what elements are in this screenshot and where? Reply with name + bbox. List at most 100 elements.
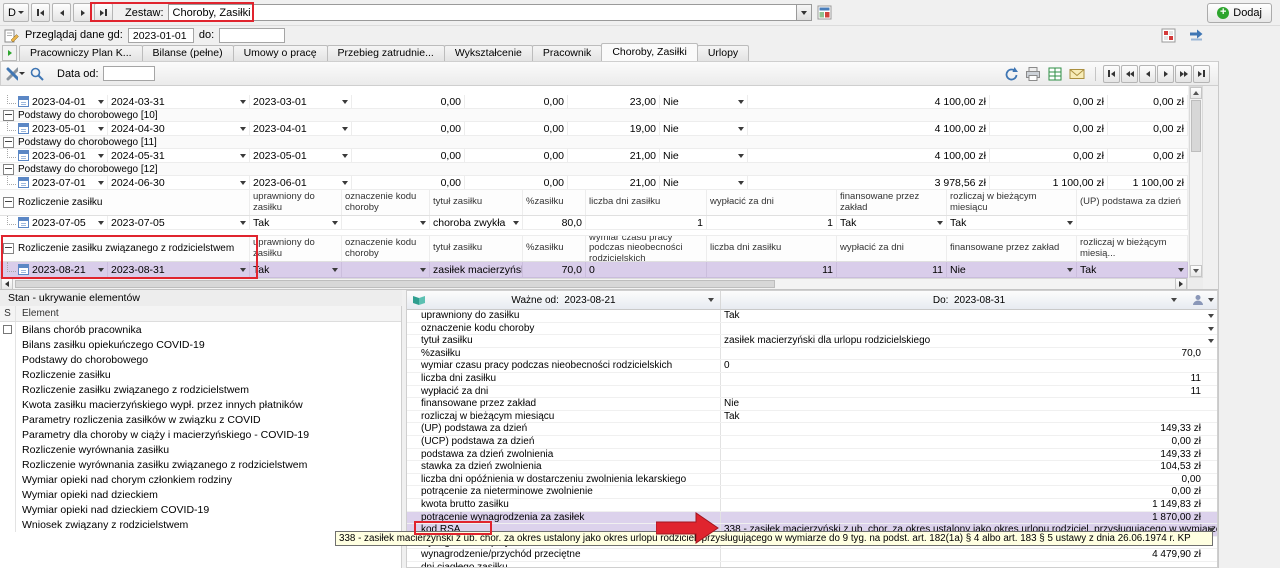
property-row[interactable]: (UCP) podstawa za dzień0,00 zł [407,436,1217,449]
list-item[interactable]: Rozliczenie wyrównania zasiłku [0,442,401,457]
column-header[interactable]: %zasiłku [523,236,586,261]
property-row[interactable]: liczba dni opóźnienia w dostarczeniu zwo… [407,474,1217,487]
grid-cell[interactable]: Tak [837,216,947,229]
property-row[interactable]: (UP) podstawa za dzień149,33 zł [407,423,1217,436]
grid-cell[interactable]: Tak [947,216,1077,229]
column-header[interactable]: uprawniony do zasiłku [250,190,342,215]
date-cell[interactable]: 2023-03-01 [250,95,352,108]
dropdown-icon[interactable] [98,268,104,272]
nav-first-button[interactable] [1103,65,1120,83]
date-cell[interactable]: 2023-05-01 [0,122,108,135]
state-checkbox-cell[interactable] [0,352,16,367]
property-value[interactable]: 1 149,83 zł [721,499,1217,511]
property-row[interactable]: potrącenie wynagrodzenia za zasiłek1 870… [407,512,1217,525]
date-cell[interactable]: 2023-07-05 [0,216,108,229]
layout-grid-icon[interactable] [816,4,833,21]
property-row[interactable]: stawka za dzień zwolnienia104,53 zł [407,461,1217,474]
collapse-icon[interactable] [3,197,14,208]
dropdown-icon[interactable] [738,127,744,131]
state-checkbox-cell[interactable] [0,472,16,487]
dropdown-icon[interactable] [342,154,348,158]
collapse-icon[interactable] [3,110,14,121]
date-cell[interactable]: 2023-04-01 [0,95,108,108]
tab-przebieg-zatrudnie-[interactable]: Przebieg zatrudnie... [327,45,445,61]
band-label-cell[interactable]: Rozliczenie zasiłku związanego z rodzici… [0,236,250,261]
column-header[interactable]: tytuł zasiłku [430,236,523,261]
dropdown-icon[interactable] [1067,268,1073,272]
dropdown-icon[interactable] [1208,339,1214,343]
column-header[interactable]: tytuł zasiłku [430,190,523,215]
dropdown-icon[interactable] [1208,327,1214,331]
date-cell[interactable]: 2023-04-01 [250,122,352,135]
dropdown-icon[interactable] [738,154,744,158]
property-value[interactable]: 0,00 zł [721,436,1217,448]
date-cell[interactable]: 2023-08-31 [108,262,250,277]
date-cell[interactable]: 2023-08-21 [0,262,108,277]
property-value[interactable] [721,562,1217,568]
property-row[interactable]: kwota brutto zasiłku1 149,83 zł [407,499,1217,512]
property-value[interactable]: 0,00 zł [721,486,1217,498]
dropdown-icon[interactable] [420,221,426,225]
mail-icon[interactable] [1067,65,1087,83]
flag-cell[interactable]: Nie [660,95,748,108]
grid-cell[interactable]: Nie [947,262,1077,277]
dropdown-icon[interactable] [98,221,104,225]
property-value[interactable]: Nie [721,398,1217,410]
export-icon[interactable] [1045,65,1065,83]
grid-cell[interactable]: Tak [1077,262,1188,277]
tab-pracownik[interactable]: Pracownik [532,45,602,61]
date-cell[interactable]: 2023-06-01 [250,176,352,189]
column-header[interactable]: liczba dni zasiłku [707,236,837,261]
list-item[interactable]: Rozliczenie wyrównania zasiłku związaneg… [0,457,401,472]
valid-from-header-cell[interactable]: Ważne od: 2023-08-21 [407,291,721,309]
dropdown-icon[interactable] [1067,221,1073,225]
nav-next-button[interactable] [1157,65,1174,83]
dropdown-icon[interactable] [738,100,744,104]
date-cell[interactable]: 2024-03-31 [108,95,250,108]
state-checkbox-cell[interactable] [0,517,16,532]
state-checkbox-cell[interactable] [0,322,16,337]
search-icon[interactable] [27,65,47,83]
column-header[interactable]: (UP) podstawa za dzień [1077,190,1188,215]
list-item[interactable]: Wymiar opieki nad dzieckiem COVID-19 [0,502,401,517]
nav-prev-page-button[interactable] [1121,65,1138,83]
data-od-field[interactable] [103,66,155,81]
dropdown-icon[interactable] [1208,298,1214,302]
scrollbar-thumb[interactable] [15,280,775,288]
tab-wykszta-cenie[interactable]: Wykształcenie [444,45,533,61]
date-cell[interactable]: 2023-05-01 [250,149,352,162]
date-cell[interactable]: 2024-05-31 [108,149,250,162]
state-checkbox-cell[interactable] [0,487,16,502]
report-icon[interactable] [1160,27,1177,44]
dropdown-icon[interactable] [98,100,104,104]
nav-last-button[interactable] [1193,65,1210,83]
collapse-icon[interactable] [3,164,14,175]
flag-cell[interactable]: Nie [660,149,748,162]
state-checkbox-cell[interactable] [0,397,16,412]
dropdown-icon[interactable] [240,154,246,158]
grid-cell[interactable] [342,262,430,277]
dropdown-icon[interactable] [342,181,348,185]
property-row[interactable]: oznaczenie kodu choroby [407,323,1217,336]
grid-cell[interactable]: choroba zwykła [430,216,523,229]
state-checkbox-cell[interactable] [0,367,16,382]
zestaw-dropdown-button[interactable] [796,4,812,21]
state-checkbox-cell[interactable] [0,457,16,472]
nav-prev-record-button[interactable] [52,3,71,22]
grid-cell[interactable]: Tak [250,262,342,277]
column-header[interactable]: oznaczenie kodu choroby [342,236,430,261]
nav-next-record-button[interactable] [73,3,92,22]
print-icon[interactable] [1023,65,1043,83]
grid-data-row[interactable]: 2023-05-012024-04-302023-04-010,000,0019… [0,122,1188,136]
state-checkbox-cell[interactable] [0,442,16,457]
tab-pracowniczy-plan-k-[interactable]: Pracowniczy Plan K... [19,45,143,61]
grid-vertical-scrollbar[interactable] [1189,86,1203,278]
dropdown-icon[interactable] [332,268,338,272]
grid-group-row[interactable]: Podstawy do chorobowego [11] [0,136,1188,149]
band-label-cell[interactable]: Rozliczenie zasiłku [0,190,250,215]
grid-cell[interactable] [342,216,430,229]
dropdown-icon[interactable] [342,100,348,104]
checkbox-icon[interactable] [3,325,12,334]
dropdown-icon[interactable] [240,268,246,272]
property-value[interactable]: 104,53 zł [721,461,1217,473]
